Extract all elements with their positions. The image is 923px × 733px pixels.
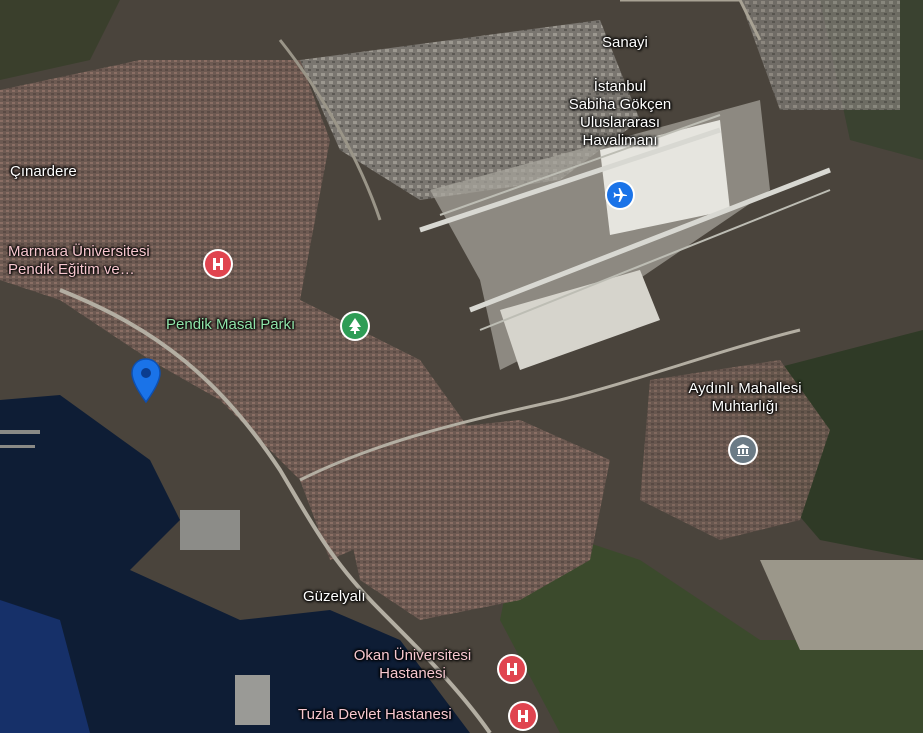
label-airport-line1: İstanbul: [593, 78, 647, 95]
label-airport-line2: Sabiha Gökçen: [568, 96, 672, 113]
hospital-icon[interactable]: [205, 251, 231, 277]
label-airport-line3: Uluslararası: [579, 114, 661, 131]
label-aydinli-line1: Aydınlı Mahallesi: [688, 380, 802, 397]
label-cinardere[interactable]: Çınardere: [10, 163, 77, 181]
hospital-icon[interactable]: [499, 656, 525, 682]
label-airport-line4: Havalimanı: [582, 132, 658, 149]
label-okan-line2: Hastanesi: [379, 665, 446, 682]
satellite-map[interactable]: Çınardere Sanayi İstanbul Sabiha Gökçen …: [0, 0, 923, 733]
label-airport[interactable]: İstanbul Sabiha Gökçen Uluslararası Hava…: [540, 78, 700, 150]
label-guzelyali[interactable]: Güzelyalı: [303, 588, 366, 606]
hospital-icon[interactable]: [510, 703, 536, 729]
tree-icon[interactable]: [342, 313, 368, 339]
label-aydinli[interactable]: Aydınlı Mahallesi Muhtarlığı: [660, 380, 830, 416]
label-tuzla-hospital[interactable]: Tuzla Devlet Hastanesi: [298, 706, 452, 724]
label-marmara-hospital[interactable]: Marmara Üniversitesi Pendik Eğitim ve…: [8, 243, 150, 279]
label-marmara-line2: Pendik Eğitim ve…: [8, 261, 135, 278]
label-okan-hospital[interactable]: Okan Üniversitesi Hastanesi: [330, 647, 495, 683]
airplane-icon[interactable]: [607, 182, 633, 208]
label-okan-line1: Okan Üniversitesi: [353, 647, 472, 664]
label-marmara-line1: Marmara Üniversitesi: [8, 243, 150, 260]
government-building-icon[interactable]: [730, 437, 756, 463]
location-pin-icon[interactable]: [130, 358, 162, 404]
label-sanayi[interactable]: Sanayi: [602, 34, 648, 52]
label-aydinli-line2: Muhtarlığı: [711, 398, 779, 415]
label-pendik-masal-parki[interactable]: Pendik Masal Parkı: [166, 316, 295, 334]
